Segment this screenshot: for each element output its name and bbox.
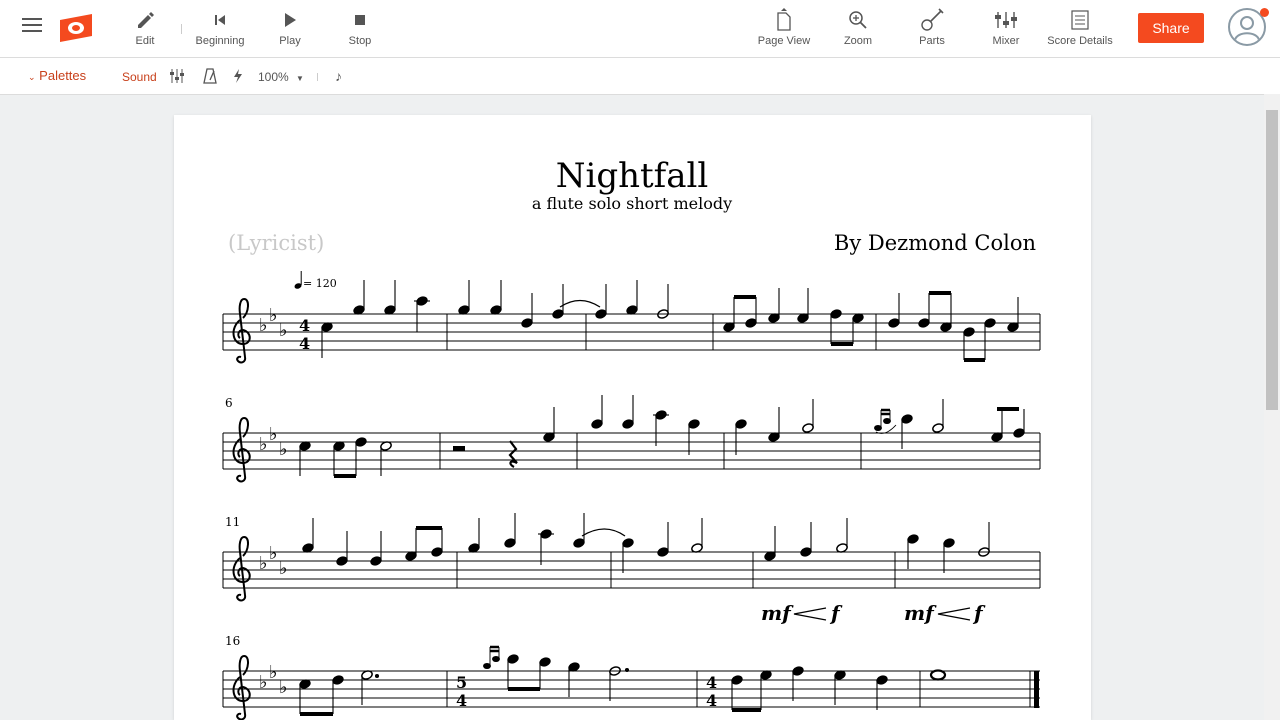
tempo-marking[interactable]: = 120 [294,271,337,290]
note-input-icon[interactable]: ♪ [335,68,342,84]
page-view-icon [756,8,812,32]
guitar-icon [912,8,952,32]
zoom-level: 100% [258,70,289,84]
score-page: ♭ ♭ ♭ Nightfall a flute solo short melod… [174,115,1091,720]
svg-text:4: 4 [706,673,717,692]
dynamic-marking[interactable]: mf [904,601,937,625]
staff-system-1: 4 4 [222,280,1041,364]
lightning-icon[interactable] [232,68,244,87]
score-details-button[interactable]: Score Details [1044,8,1116,47]
page-view-button[interactable]: Page View [756,8,812,47]
stop-icon [344,8,376,32]
play-button[interactable]: Play [276,8,304,47]
stop-button[interactable]: Stop [344,8,376,47]
staff-system-3: mf f mf f [222,513,1041,625]
page-view-label: Page View [757,35,811,47]
parts-label: Parts [919,35,945,47]
measure-number: 6 [225,396,233,410]
subtoolbar-divider [317,73,318,81]
dynamic-marking[interactable]: f [829,601,843,625]
play-icon [276,8,304,32]
measure-number: 11 [225,515,240,529]
chevron-down-icon: ▼ [296,74,304,83]
zoom-icon [840,8,876,32]
metronome-icon[interactable] [203,68,217,87]
zoom-label: Zoom [843,35,873,47]
crescendo-hairpin[interactable] [793,607,827,621]
svg-text:4: 4 [299,316,310,335]
staff-system-4: 5 4 4 4 [222,645,1040,720]
svg-text:4: 4 [456,691,467,710]
svg-text:4: 4 [706,691,717,710]
mixer-label: Mixer [992,35,1020,47]
edit-button[interactable]: Edit [128,8,162,47]
chevron-down-icon: ⌄ [28,72,36,82]
skip-back-icon [192,8,248,32]
app-logo[interactable] [58,12,94,44]
toolbar-divider [181,24,182,34]
staff-system-2 [222,395,1041,483]
sliders-icon[interactable] [169,68,185,87]
svg-text:5: 5 [456,673,467,692]
svg-text:4: 4 [299,334,310,353]
mixer-button[interactable]: Mixer [988,8,1024,47]
dynamic-marking[interactable]: mf [761,601,794,625]
palettes-label: Palettes [39,68,87,83]
lyricist-placeholder[interactable]: (Lyricist) [228,231,324,255]
measure-number: 16 [225,634,240,648]
scrollbar-thumb[interactable] [1266,110,1278,410]
zoom-button[interactable]: Zoom [840,8,876,47]
beginning-button[interactable]: Beginning [192,8,248,47]
parts-button[interactable]: Parts [912,8,952,47]
pencil-icon [128,8,162,32]
crescendo-hairpin[interactable] [937,607,971,621]
secondary-toolbar: ⌄ Palettes Sound 100% ▼ ♪ [0,58,1280,95]
share-button[interactable]: Share [1138,13,1204,43]
composer-text[interactable]: By Dezmond Colon [834,231,1036,255]
edit-label: Edit [135,35,155,47]
menu-icon[interactable] [22,17,42,33]
zoom-select[interactable]: 100% ▼ [258,70,304,84]
stop-label: Stop [348,35,372,47]
top-toolbar: Edit Beginning Play Stop Page View Zoom [0,0,1280,58]
palettes-toggle[interactable]: ⌄ Palettes [28,68,86,83]
sound-button[interactable]: Sound [122,70,157,84]
mixer-icon [988,8,1024,32]
dynamic-marking[interactable]: f [972,601,986,625]
score-subtitle[interactable]: a flute solo short melody [532,194,732,213]
notification-dot [1260,8,1269,17]
list-icon [1044,8,1116,32]
beginning-label: Beginning [195,35,245,47]
tempo-text: = 120 [303,277,337,290]
score-details-label: Score Details [1047,35,1113,47]
score-title[interactable]: Nightfall [556,156,709,196]
play-label: Play [279,35,301,47]
score-canvas: ♭ ♭ ♭ Nightfall a flute solo short melod… [222,156,1041,720]
